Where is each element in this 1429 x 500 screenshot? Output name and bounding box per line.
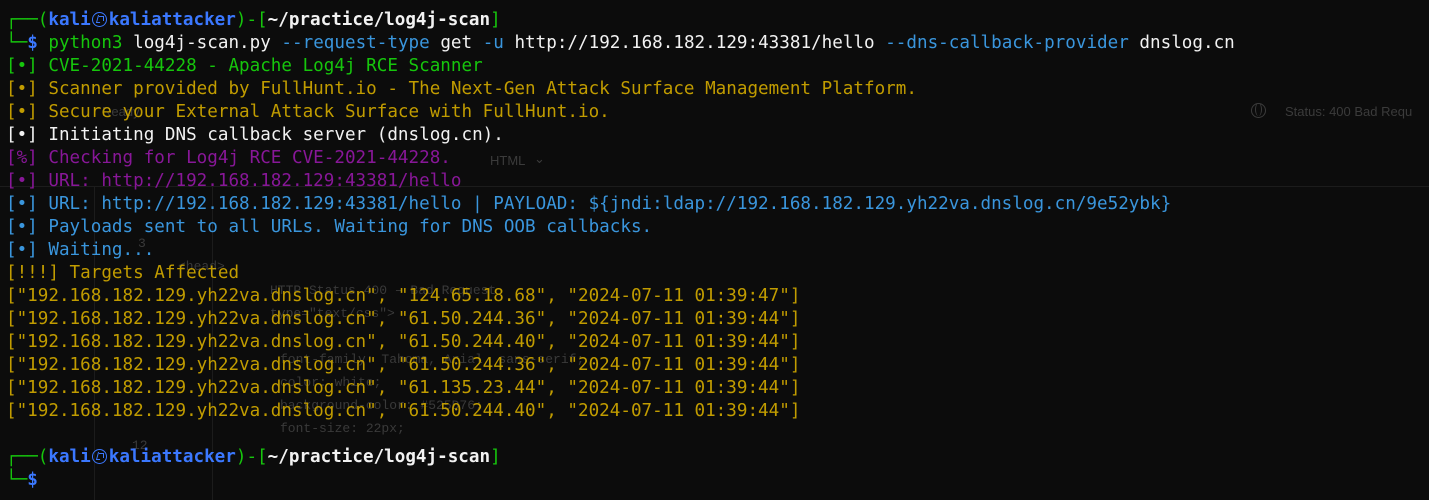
prompt-path: ~/practice/log4j-scan [267,447,491,467]
prompt-frame-top: ┌──( [6,10,49,30]
prompt-frame-top: ┌──( [6,447,49,467]
result-row: ["192.168.182.129.yh22va.dnslog.cn", "61… [6,378,801,398]
prompt-frame-end: ] [490,10,501,30]
prompt-user: kali [48,447,91,467]
output-line: [•] Waiting... [6,240,155,260]
command-line[interactable]: └─$ python3 log4j-scan.py --request-type… [6,32,1429,55]
prompt-frame-end: ] [490,447,501,467]
command-option: --request-type [281,33,430,53]
output-line: [•] Secure your External Attack Surface … [6,102,610,122]
output-line: [•] Initiating DNS callback server (dnsl… [6,125,504,145]
command-value: get [440,33,473,53]
prompt-host: kaliattacker [108,447,236,467]
command-script: log4j-scan.py [133,33,271,53]
prompt-frame-bottom: └─ [6,470,28,490]
command-program: python3 [48,33,123,53]
prompt-symbol: $ [27,33,38,53]
prompt-frame-mid: )-[ [235,10,268,30]
result-row: ["192.168.182.129.yh22va.dnslog.cn", "61… [6,309,801,329]
output-line: [!!!] Targets Affected [6,263,240,283]
output-line: [•] URL: http://192.168.182.129:43381/he… [6,171,462,191]
prompt-header: ┌──(kali kaliattacker)-[~/practice/log4j-… [6,9,1429,32]
command-line-active[interactable]: └─$ [6,469,1429,492]
prompt-symbol: $ [27,470,38,490]
output-line: [%] Checking for Log4j RCE CVE-2021-4422… [6,148,451,168]
prompt-host: kaliattacker [108,10,236,30]
command-option: -u [482,33,504,53]
result-row: ["192.168.182.129.yh22va.dnslog.cn", "61… [6,332,801,352]
output-line: [•] Payloads sent to all URLs. Waiting f… [6,217,653,237]
prompt-header: ┌──(kali kaliattacker)-[~/practice/log4j-… [6,446,1429,469]
prompt-path: ~/practice/log4j-scan [267,10,491,30]
command-value: http://192.168.182.129:43381/hello [514,33,875,53]
prompt-frame-mid: )-[ [235,447,268,467]
prompt-user: kali [48,10,91,30]
prompt-frame-bottom: └─ [6,33,28,53]
result-row: ["192.168.182.129.yh22va.dnslog.cn", "12… [6,286,801,306]
kali-dragon-icon [91,449,107,464]
output-line: [•] Scanner provided by FullHunt.io - Th… [6,79,917,99]
command-value: dnslog.cn [1139,33,1235,53]
command-option: --dns-callback-provider [885,33,1129,53]
result-row: ["192.168.182.129.yh22va.dnslog.cn", "61… [6,355,801,375]
result-row: ["192.168.182.129.yh22va.dnslog.cn", "61… [6,401,801,421]
terminal-output[interactable]: ┌──(kali kaliattacker)-[~/practice/log4j-… [6,9,1429,492]
output-line: [•] CVE-2021-44228 - Apache Log4j RCE Sc… [6,56,483,76]
output-line: [•] URL: http://192.168.182.129:43381/he… [6,194,1172,214]
kali-dragon-icon [91,12,107,27]
